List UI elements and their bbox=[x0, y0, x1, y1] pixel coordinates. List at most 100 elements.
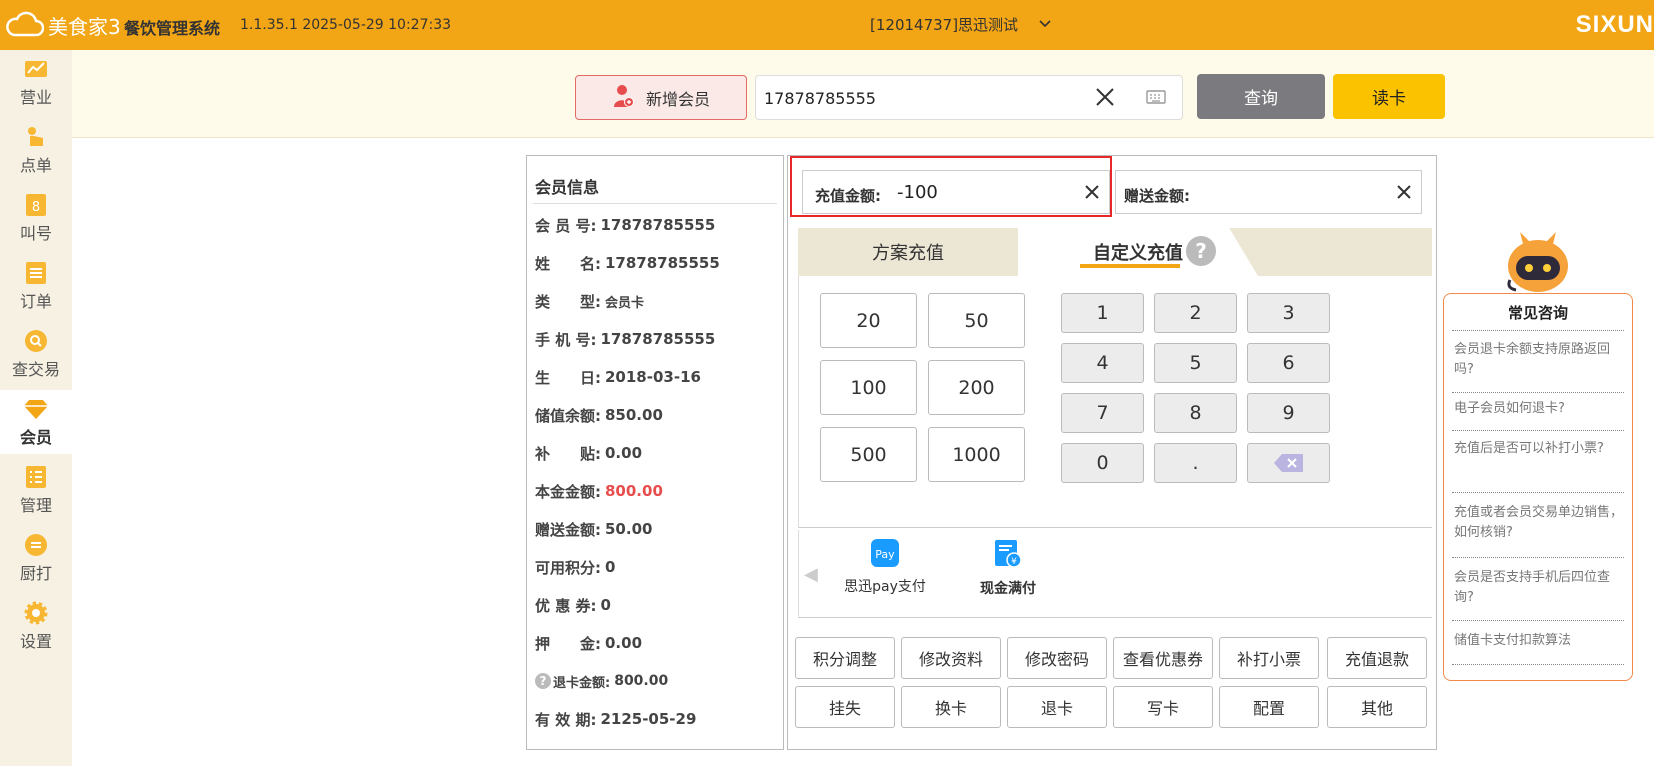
keyboard-icon[interactable] bbox=[1146, 89, 1166, 109]
keypad-key[interactable]: 0 bbox=[1061, 443, 1144, 483]
sidebar-item-transactions[interactable]: 查交易 bbox=[0, 322, 72, 386]
faq-item[interactable]: 会员是否支持手机后四位查询? bbox=[1454, 568, 1626, 608]
keypad-key[interactable]: 3 bbox=[1247, 293, 1330, 333]
member-row-birthday: 生 日: 2018-03-16 bbox=[535, 368, 701, 387]
chevron-left-icon[interactable]: ◀ bbox=[804, 564, 818, 585]
member-row-coupons: 优 惠 券: 0 bbox=[535, 596, 611, 615]
chevron-down-icon[interactable] bbox=[1038, 16, 1052, 35]
sidebar-item-label: 管理 bbox=[19, 496, 52, 515]
divider bbox=[1452, 620, 1624, 621]
keypad-key[interactable]: 8 bbox=[1154, 393, 1237, 433]
tab-plan-recharge[interactable]: 方案充值 bbox=[798, 228, 1018, 276]
member-row-balance: 储值余额: 850.00 bbox=[535, 406, 663, 425]
close-icon[interactable] bbox=[1083, 183, 1101, 205]
read-card-button[interactable]: 读卡 bbox=[1333, 74, 1445, 119]
svg-text:¥: ¥ bbox=[1011, 557, 1017, 567]
keypad-key[interactable]: 1 bbox=[1061, 293, 1144, 333]
replace-card-button[interactable]: 换卡 bbox=[901, 686, 1001, 728]
view-coupons-button[interactable]: 查看优惠券 bbox=[1113, 637, 1213, 679]
edit-profile-button[interactable]: 修改资料 bbox=[901, 637, 1001, 679]
member-row-subsidy: 补 贴: 0.00 bbox=[535, 444, 643, 463]
member-row-gift: 赠送金额: 50.00 bbox=[535, 520, 653, 539]
help-icon[interactable]: ? bbox=[535, 673, 551, 689]
svg-text:Pay: Pay bbox=[875, 548, 895, 561]
member-row-refund: ? 退卡金额: 800.00 bbox=[535, 669, 668, 693]
divider bbox=[1452, 557, 1624, 558]
keypad-key[interactable]: 6 bbox=[1247, 343, 1330, 383]
payment-label: 现金满付 bbox=[980, 581, 1036, 597]
config-button[interactable]: 配置 bbox=[1219, 686, 1319, 728]
phone-search-box bbox=[755, 75, 1183, 120]
return-card-button[interactable]: 退卡 bbox=[1007, 686, 1107, 728]
other-button[interactable]: 其他 bbox=[1327, 686, 1427, 728]
preset-amount-button[interactable]: 50 bbox=[928, 293, 1025, 348]
keypad-key[interactable]: . bbox=[1154, 443, 1237, 483]
query-button[interactable]: 查询 bbox=[1197, 74, 1325, 119]
sidebar-item-label: 营业 bbox=[19, 88, 52, 107]
member-row-principal: 本金金额: 800.00 bbox=[535, 482, 663, 501]
svg-text:8: 8 bbox=[32, 200, 40, 215]
top-bar: 美食家3 餐饮管理系统 1.1.35.1 2025-05-29 10:27:33… bbox=[0, 0, 1654, 50]
divider bbox=[1452, 664, 1624, 665]
sidebar-item-label: 查交易 bbox=[11, 360, 60, 379]
faq-item[interactable]: 储值卡支付扣款算法 bbox=[1454, 631, 1626, 651]
phone-search-input[interactable] bbox=[764, 85, 1084, 111]
pay-icon: Pay bbox=[871, 539, 899, 567]
payment-cash[interactable]: ¥ 现金满付 bbox=[953, 538, 1063, 610]
points-adjust-button[interactable]: 积分调整 bbox=[795, 637, 895, 679]
sidebar-item-orders[interactable]: 订单 bbox=[0, 254, 72, 318]
tab-custom-recharge[interactable]: 自定义充值 bbox=[1018, 228, 1258, 276]
recharge-amount-input[interactable] bbox=[897, 181, 1077, 203]
sidebar-item-order[interactable]: 点单 bbox=[0, 118, 72, 182]
recharge-refund-button[interactable]: 充值退款 bbox=[1327, 637, 1427, 679]
keypad-key[interactable]: 5 bbox=[1154, 343, 1237, 383]
reprint-receipt-button[interactable]: 补打小票 bbox=[1219, 637, 1319, 679]
preset-amount-button[interactable]: 100 bbox=[820, 360, 917, 415]
preset-amount-button[interactable]: 20 bbox=[820, 293, 917, 348]
keypad-key[interactable]: 9 bbox=[1247, 393, 1330, 433]
preset-amount-button[interactable]: 200 bbox=[928, 360, 1025, 415]
faq-item[interactable]: 会员退卡余额支持原路返回吗? bbox=[1454, 340, 1626, 380]
gift-amount-box[interactable]: 赠送金额: bbox=[1115, 170, 1422, 214]
sidebar-item-label: 订单 bbox=[19, 292, 52, 311]
number-icon: 8 bbox=[23, 192, 49, 218]
sidebar-item-settings[interactable]: 设置 bbox=[0, 594, 72, 658]
brand-logo: SIXUN bbox=[1575, 11, 1654, 38]
help-icon[interactable]: ? bbox=[1186, 236, 1216, 266]
divider bbox=[1452, 392, 1624, 393]
sidebar-item-business[interactable]: 营业 bbox=[0, 50, 72, 114]
sidebar-item-label: 设置 bbox=[19, 632, 52, 651]
sidebar-item-kitchen-print[interactable]: 厨打 bbox=[0, 526, 72, 590]
faq-item[interactable]: 电子会员如何退卡? bbox=[1454, 399, 1626, 419]
add-member-button[interactable]: 新增会员 bbox=[575, 75, 747, 120]
member-row-type: 类 型: 会员卡 bbox=[535, 292, 645, 311]
close-icon[interactable] bbox=[1395, 183, 1413, 205]
assistant-robot-icon[interactable] bbox=[1500, 226, 1576, 300]
keypad-key[interactable]: 7 bbox=[1061, 393, 1144, 433]
member-row-points: 可用积分: 0 bbox=[535, 558, 616, 577]
faq-item[interactable]: 充值后是否可以补打小票? bbox=[1454, 439, 1626, 459]
report-loss-button[interactable]: 挂失 bbox=[795, 686, 895, 728]
hand-icon bbox=[23, 124, 49, 150]
write-card-button[interactable]: 写卡 bbox=[1113, 686, 1213, 728]
sidebar-item-manage[interactable]: 管理 bbox=[0, 458, 72, 522]
preset-amount-button[interactable]: 500 bbox=[820, 427, 917, 482]
member-row-expiry: 有 效 期: 2125-05-29 bbox=[535, 710, 697, 729]
keypad-key[interactable]: 2 bbox=[1154, 293, 1237, 333]
recharge-amount-label: 充值金额: bbox=[815, 187, 881, 205]
sidebar-item-call-number[interactable]: 8 叫号 bbox=[0, 186, 72, 250]
diamond-icon bbox=[23, 396, 49, 422]
keypad-key[interactable]: 4 bbox=[1061, 343, 1144, 383]
sidebar-item-member[interactable]: 会员 bbox=[0, 390, 72, 454]
list-icon bbox=[23, 260, 49, 286]
payment-sixun-pay[interactable]: Pay 思迅pay支付 bbox=[830, 538, 940, 610]
backspace-button[interactable] bbox=[1247, 443, 1330, 483]
preset-amount-button[interactable]: 1000 bbox=[928, 427, 1025, 482]
change-password-button[interactable]: 修改密码 bbox=[1007, 637, 1107, 679]
clear-icon[interactable] bbox=[1094, 86, 1116, 112]
faq-item[interactable]: 充值或者会员交易单边销售，如何核销? bbox=[1454, 503, 1626, 543]
app-logo: 美食家3 bbox=[6, 10, 121, 40]
divider bbox=[533, 203, 777, 204]
store-selector[interactable]: [12014737]思迅测试 bbox=[870, 14, 1018, 35]
payment-label: 思迅pay支付 bbox=[844, 579, 926, 595]
